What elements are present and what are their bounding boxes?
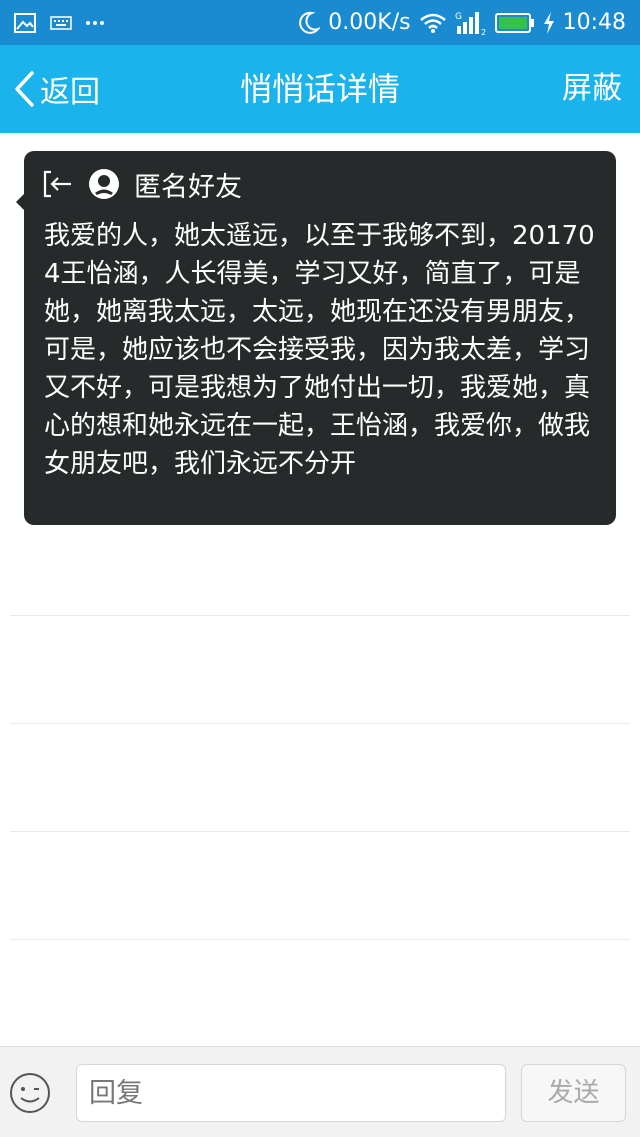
charging-icon bbox=[543, 12, 554, 34]
wifi-icon bbox=[419, 13, 446, 33]
emoji-icon[interactable] bbox=[8, 1071, 52, 1115]
signal-type-label: G bbox=[455, 12, 462, 22]
battery-fill bbox=[498, 17, 527, 29]
sender-name: 匿名好友 bbox=[134, 171, 242, 203]
send-button[interactable]: 发送 bbox=[521, 1064, 626, 1122]
sim-slot-label: 2 bbox=[481, 28, 486, 36]
exit-icon[interactable] bbox=[42, 169, 74, 199]
title-bar: 返回 悄悄话详情 屏蔽 bbox=[0, 45, 640, 133]
block-button[interactable]: 屏蔽 bbox=[562, 45, 622, 133]
avatar-icon bbox=[89, 169, 119, 199]
network-speed: 0.00K/s bbox=[328, 10, 411, 35]
message-detail: 匿名好友 我爱的人，她太遥远，以至于我够不到，201704王怡涵，人长得美，学习… bbox=[0, 133, 640, 1046]
divider bbox=[10, 615, 630, 616]
gallery-icon bbox=[14, 13, 36, 33]
status-bar: 0.00K/s G 2 10:48 bbox=[0, 0, 640, 45]
status-bar-system: 0.00K/s G 2 10:48 bbox=[298, 7, 626, 39]
message-pointer bbox=[16, 193, 25, 211]
status-bar-notifications bbox=[14, 9, 104, 37]
page-title: 悄悄话详情 bbox=[239, 70, 400, 108]
reply-input[interactable] bbox=[76, 1064, 506, 1122]
divider bbox=[10, 831, 630, 832]
divider bbox=[10, 939, 630, 940]
reply-bar: 发送 bbox=[0, 1046, 640, 1137]
divider bbox=[10, 723, 630, 724]
status-time: 10:48 bbox=[562, 10, 626, 35]
message-header: 匿名好友 bbox=[42, 165, 242, 203]
message-card: 匿名好友 我爱的人，她太遥远，以至于我够不到，201704王怡涵，人长得美，学习… bbox=[16, 151, 616, 525]
message-body: 我爱的人，她太遥远，以至于我够不到，201704王怡涵，人长得美，学习又好，简直… bbox=[44, 221, 595, 479]
battery-icon bbox=[494, 13, 534, 33]
moon-icon bbox=[299, 11, 321, 34]
signal-icon: G 2 bbox=[455, 12, 486, 36]
more-icon bbox=[86, 21, 104, 25]
keyboard-icon bbox=[50, 16, 72, 30]
